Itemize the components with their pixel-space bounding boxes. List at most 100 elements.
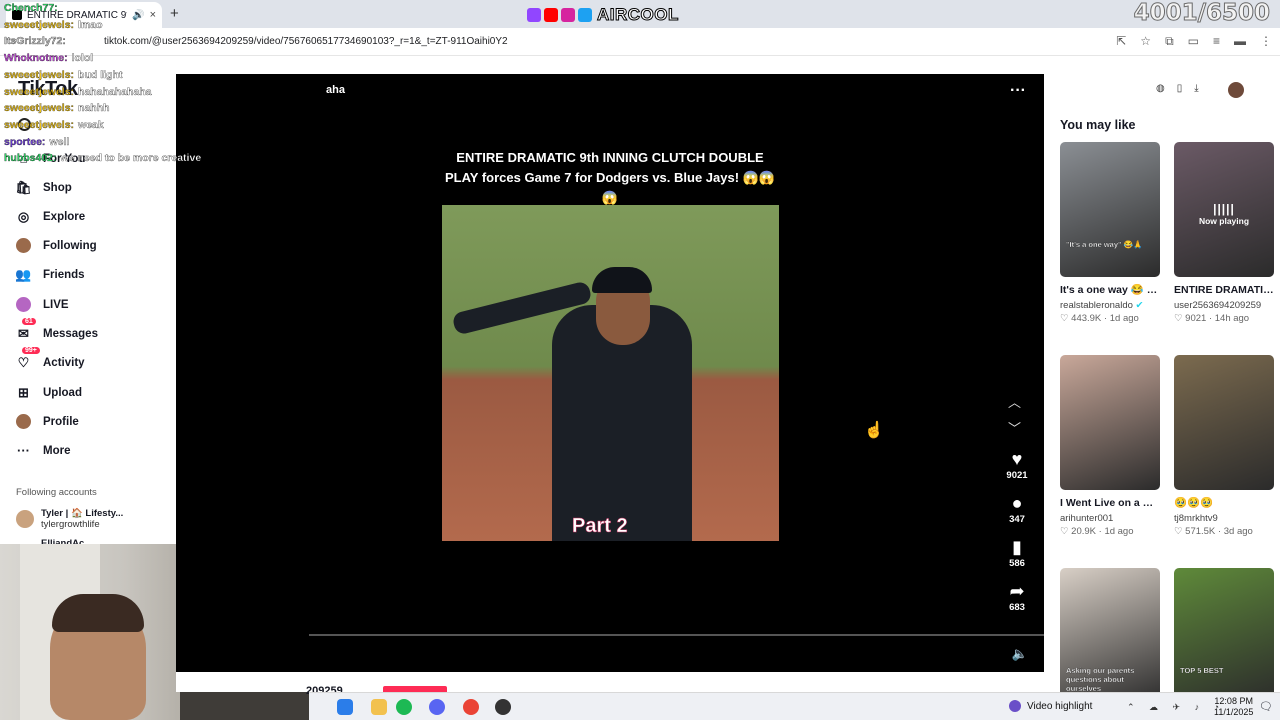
video-thumbnail[interactable]: [1060, 355, 1160, 490]
device-icon[interactable]: ▯: [1177, 83, 1183, 94]
video-meta: ♡ 20.9K · 1d ago: [1060, 526, 1160, 537]
recommended-video-card[interactable]: "It's a one way" 😂🙏 It's a one way 😂 (Twi…: [1060, 142, 1160, 324]
author-name: tj8mrkhtv9: [1174, 513, 1218, 524]
sidebar-item-label: Messages: [43, 327, 98, 340]
spotify-icon[interactable]: [396, 699, 412, 715]
notifications-icon[interactable]: 🗨: [1259, 700, 1273, 713]
more-options-icon[interactable]: ···: [1010, 82, 1026, 100]
video-player[interactable]: aha ··· ENTIRE DRAMATIC 9th INNING CLUTC…: [176, 74, 1044, 672]
recommended-video-card[interactable]: |||||Now playing ENTIRE DRAMATIC 9th INNI…: [1174, 142, 1274, 324]
sidebar-item-explore[interactable]: ◎ Explore: [16, 209, 85, 224]
separator: ·: [1101, 313, 1110, 324]
discord-icon[interactable]: [429, 699, 445, 715]
chrome-icon[interactable]: [463, 699, 479, 715]
browser-menu-icon[interactable]: ⋮: [1260, 34, 1272, 49]
video-caption: ENTIRE DRAMATIC 9th INNING CLUTCH DOUBLE…: [444, 150, 776, 205]
separator: ·: [1206, 313, 1215, 324]
sidebar-item-more[interactable]: ··· More: [16, 443, 70, 458]
sidebar-item-label: Friends: [43, 268, 85, 281]
bookmark-star-icon[interactable]: ☆: [1140, 34, 1151, 49]
share-button[interactable]: ➦ 683: [999, 582, 1035, 613]
uploader-name[interactable]: aha: [326, 84, 345, 96]
following-accounts-header: Following accounts: [16, 487, 97, 498]
video-thumbnail[interactable]: [1174, 355, 1274, 490]
mouse-cursor-icon: ☝: [864, 422, 884, 439]
video-thumbnail[interactable]: TOP 5 BEST: [1174, 568, 1274, 703]
author-name: arihunter001: [1060, 513, 1114, 524]
separator: ·: [1215, 526, 1224, 537]
video-thumbnail[interactable]: Asking our parents questions about ourse…: [1060, 568, 1160, 703]
start-icon[interactable]: [337, 699, 353, 715]
reading-list-icon[interactable]: ≡: [1213, 34, 1220, 49]
video-author[interactable]: arihunter001: [1060, 513, 1160, 524]
video-thumbnail[interactable]: "It's a one way" 😂🙏: [1060, 142, 1160, 277]
video-author[interactable]: realstableronaldo ✔: [1060, 300, 1160, 311]
sidebar-item-profile[interactable]: Profile: [16, 414, 79, 429]
video-title[interactable]: It's a one way 😂 (Twitch -...: [1060, 283, 1160, 298]
taskbar-clock[interactable]: 12:08 PM 11/1/2025: [1214, 696, 1253, 718]
friends-icon: 👥: [15, 267, 31, 282]
install-app-icon[interactable]: ⇱: [1116, 34, 1126, 49]
recommended-video-card[interactable]: Asking our parents questions about ourse…: [1060, 568, 1160, 703]
next-video-icon[interactable]: ﹀: [1008, 418, 1021, 437]
like-count: 571.5K: [1185, 526, 1216, 537]
profile-avatar-icon: [16, 414, 31, 429]
live-icon: [16, 297, 31, 312]
account-username: tylergrowthlife: [41, 519, 100, 530]
sidebar-item-label: Shop: [43, 181, 72, 194]
chat-text: lolol: [71, 52, 94, 65]
comment-button[interactable]: ● 347: [999, 494, 1035, 525]
activity-icon-glyph: ♡: [17, 354, 30, 370]
sidebar-item-messages[interactable]: ✉ 61 Messages: [16, 318, 98, 341]
obs-icon[interactable]: [495, 699, 511, 715]
video-highlight-widget[interactable]: Video highlight: [1009, 700, 1092, 712]
video-author[interactable]: user2563694209259: [1174, 300, 1274, 311]
system-tray[interactable]: ⌃ ☁ ✈ ♪ ◔: [1127, 702, 1225, 713]
compass-icon: ◎: [16, 209, 31, 224]
video-title[interactable]: 🥹🥹🥹: [1174, 496, 1274, 511]
extensions-icon[interactable]: ⧉: [1165, 34, 1174, 49]
sidebar-item-following[interactable]: Following: [16, 238, 97, 253]
sidebar-item-activity[interactable]: ♡ 99+ Activity: [16, 347, 85, 370]
video-thumbnail[interactable]: ||||| Now playing: [1174, 142, 1274, 277]
account-avatar[interactable]: [1228, 82, 1244, 98]
sidebar-item-live[interactable]: LIVE: [16, 297, 69, 312]
now-playing-indicator: ||||| Now playing: [1174, 202, 1274, 226]
more-dots-icon-glyph: ···: [17, 443, 30, 458]
profile-chip-icon[interactable]: ▬: [1234, 34, 1246, 49]
chat-username: sweeetjewels:: [4, 85, 75, 98]
following-avatar-icon: [16, 238, 31, 253]
video-title[interactable]: I Went Live on a Secret Channel Unt...: [1060, 496, 1160, 511]
sidebar-item-friends[interactable]: 👥 Friends: [15, 267, 85, 282]
coins-icon[interactable]: ◍: [1156, 83, 1165, 94]
save-button[interactable]: ▮ 586: [999, 538, 1035, 569]
thumbnail-text: "It's a one way" 😂🙏: [1066, 240, 1143, 249]
thumbnail-text: TOP 5 BEST: [1180, 666, 1224, 675]
save-count: 586: [1009, 558, 1025, 569]
sidebar-item-upload[interactable]: ⊞ Upload: [16, 385, 82, 400]
previous-video-icon[interactable]: ︿: [1008, 392, 1021, 411]
video-title[interactable]: ENTIRE DRAMATIC 9th INNING CLUTC...: [1174, 283, 1274, 298]
video-frame[interactable]: Part 2: [442, 205, 779, 541]
following-account[interactable]: Tyler | 🏠 Lifesty... tylergrowthlife: [16, 508, 123, 530]
sidebar-item-shop[interactable]: 🛍 Shop: [15, 180, 72, 195]
recommendations-panel: ◍ ▯ ⤓ You may like "It's a one way" 😂🙏 It…: [1044, 56, 1280, 703]
recommended-video-card[interactable]: I Went Live on a Secret Channel Unt... ar…: [1060, 355, 1160, 537]
file-explorer-icon[interactable]: [371, 699, 387, 715]
like-button[interactable]: ♥ 9021: [999, 450, 1035, 481]
video-author[interactable]: tj8mrkhtv9: [1174, 513, 1274, 524]
cast-icon[interactable]: ▭: [1188, 34, 1199, 49]
chat-message: Whoknotme: lolol: [4, 50, 264, 67]
chat-text: hahahahahaha: [78, 85, 152, 98]
volume-icon[interactable]: 🔈: [1012, 646, 1028, 662]
chat-text: bud light: [78, 68, 123, 81]
recommended-video-card[interactable]: TOP 5 BEST: [1174, 568, 1274, 703]
author-name: realstableronaldo: [1060, 300, 1133, 311]
download-icon[interactable]: ⤓: [1194, 83, 1198, 94]
video-progress-bar[interactable]: [309, 634, 1044, 636]
messages-icon: ✉ 61: [16, 318, 36, 341]
video-meta: ♡ 9021 · 14h ago: [1174, 313, 1274, 324]
comment-count: 347: [1009, 514, 1025, 525]
notification-badge: 61: [22, 318, 36, 325]
recommended-video-card[interactable]: 🥹🥹🥹 tj8mrkhtv9 ♡ 571.5K · 3d ago: [1174, 355, 1274, 537]
